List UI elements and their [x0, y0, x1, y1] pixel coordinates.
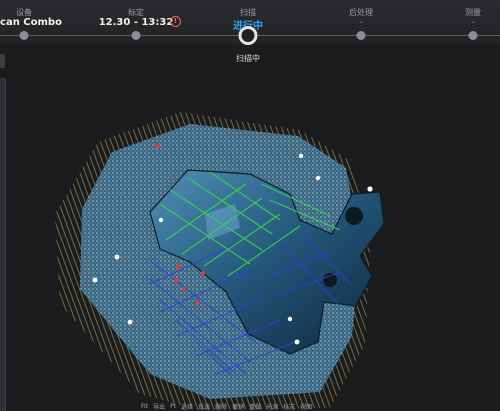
step-measure-dot[interactable]: [468, 31, 478, 40]
object-hole: [345, 207, 363, 225]
toolbar-item[interactable]: 撤销: [231, 402, 245, 411]
step-calibration-value: 12.30 - 13:32: [98, 17, 174, 28]
toolbar-item[interactable]: Pt: [169, 403, 177, 410]
toolbar-item[interactable]: 重做: [248, 402, 262, 411]
step-postprocess-value: -: [359, 17, 363, 28]
step-device-dot[interactable]: [19, 31, 29, 40]
warning-icon[interactable]: !: [170, 16, 181, 27]
scan-status-label: 扫描中: [236, 54, 260, 63]
toolbar-item[interactable]: 删除: [214, 402, 228, 411]
scan-3d-viewport[interactable]: [0, 44, 500, 411]
scan-app-window: 设备 eScan Combo 标定 12.30 - 13:32 ! 扫描 进行中…: [0, 0, 500, 411]
bottom-toolbar: Fit 导出 Pt 选择 反选 删除 撤销 重做 光源 标志 视图: [140, 402, 355, 411]
step-scan-dot[interactable]: [238, 26, 258, 45]
point-cloud-render: [55, 112, 385, 410]
toolbar-item[interactable]: 反选: [197, 402, 211, 411]
workflow-step-bar: 设备 eScan Combo 标定 12.30 - 13:32 ! 扫描 进行中…: [0, 0, 500, 45]
toolbar-item[interactable]: 光源: [265, 402, 279, 411]
toolbar-item[interactable]: Fit: [140, 403, 149, 410]
step-calibration-dot[interactable]: [131, 31, 141, 40]
step-postprocess-dot[interactable]: [356, 31, 366, 40]
step-measure-value: -: [471, 17, 475, 28]
toolbar-item[interactable]: 导出: [152, 402, 166, 411]
step-device-value: eScan Combo: [0, 17, 62, 28]
toolbar-item[interactable]: 选择: [180, 402, 194, 411]
toolbar-item[interactable]: 标志: [282, 402, 296, 411]
object-hole: [323, 273, 337, 287]
toolbar-item[interactable]: 视图: [299, 402, 313, 411]
